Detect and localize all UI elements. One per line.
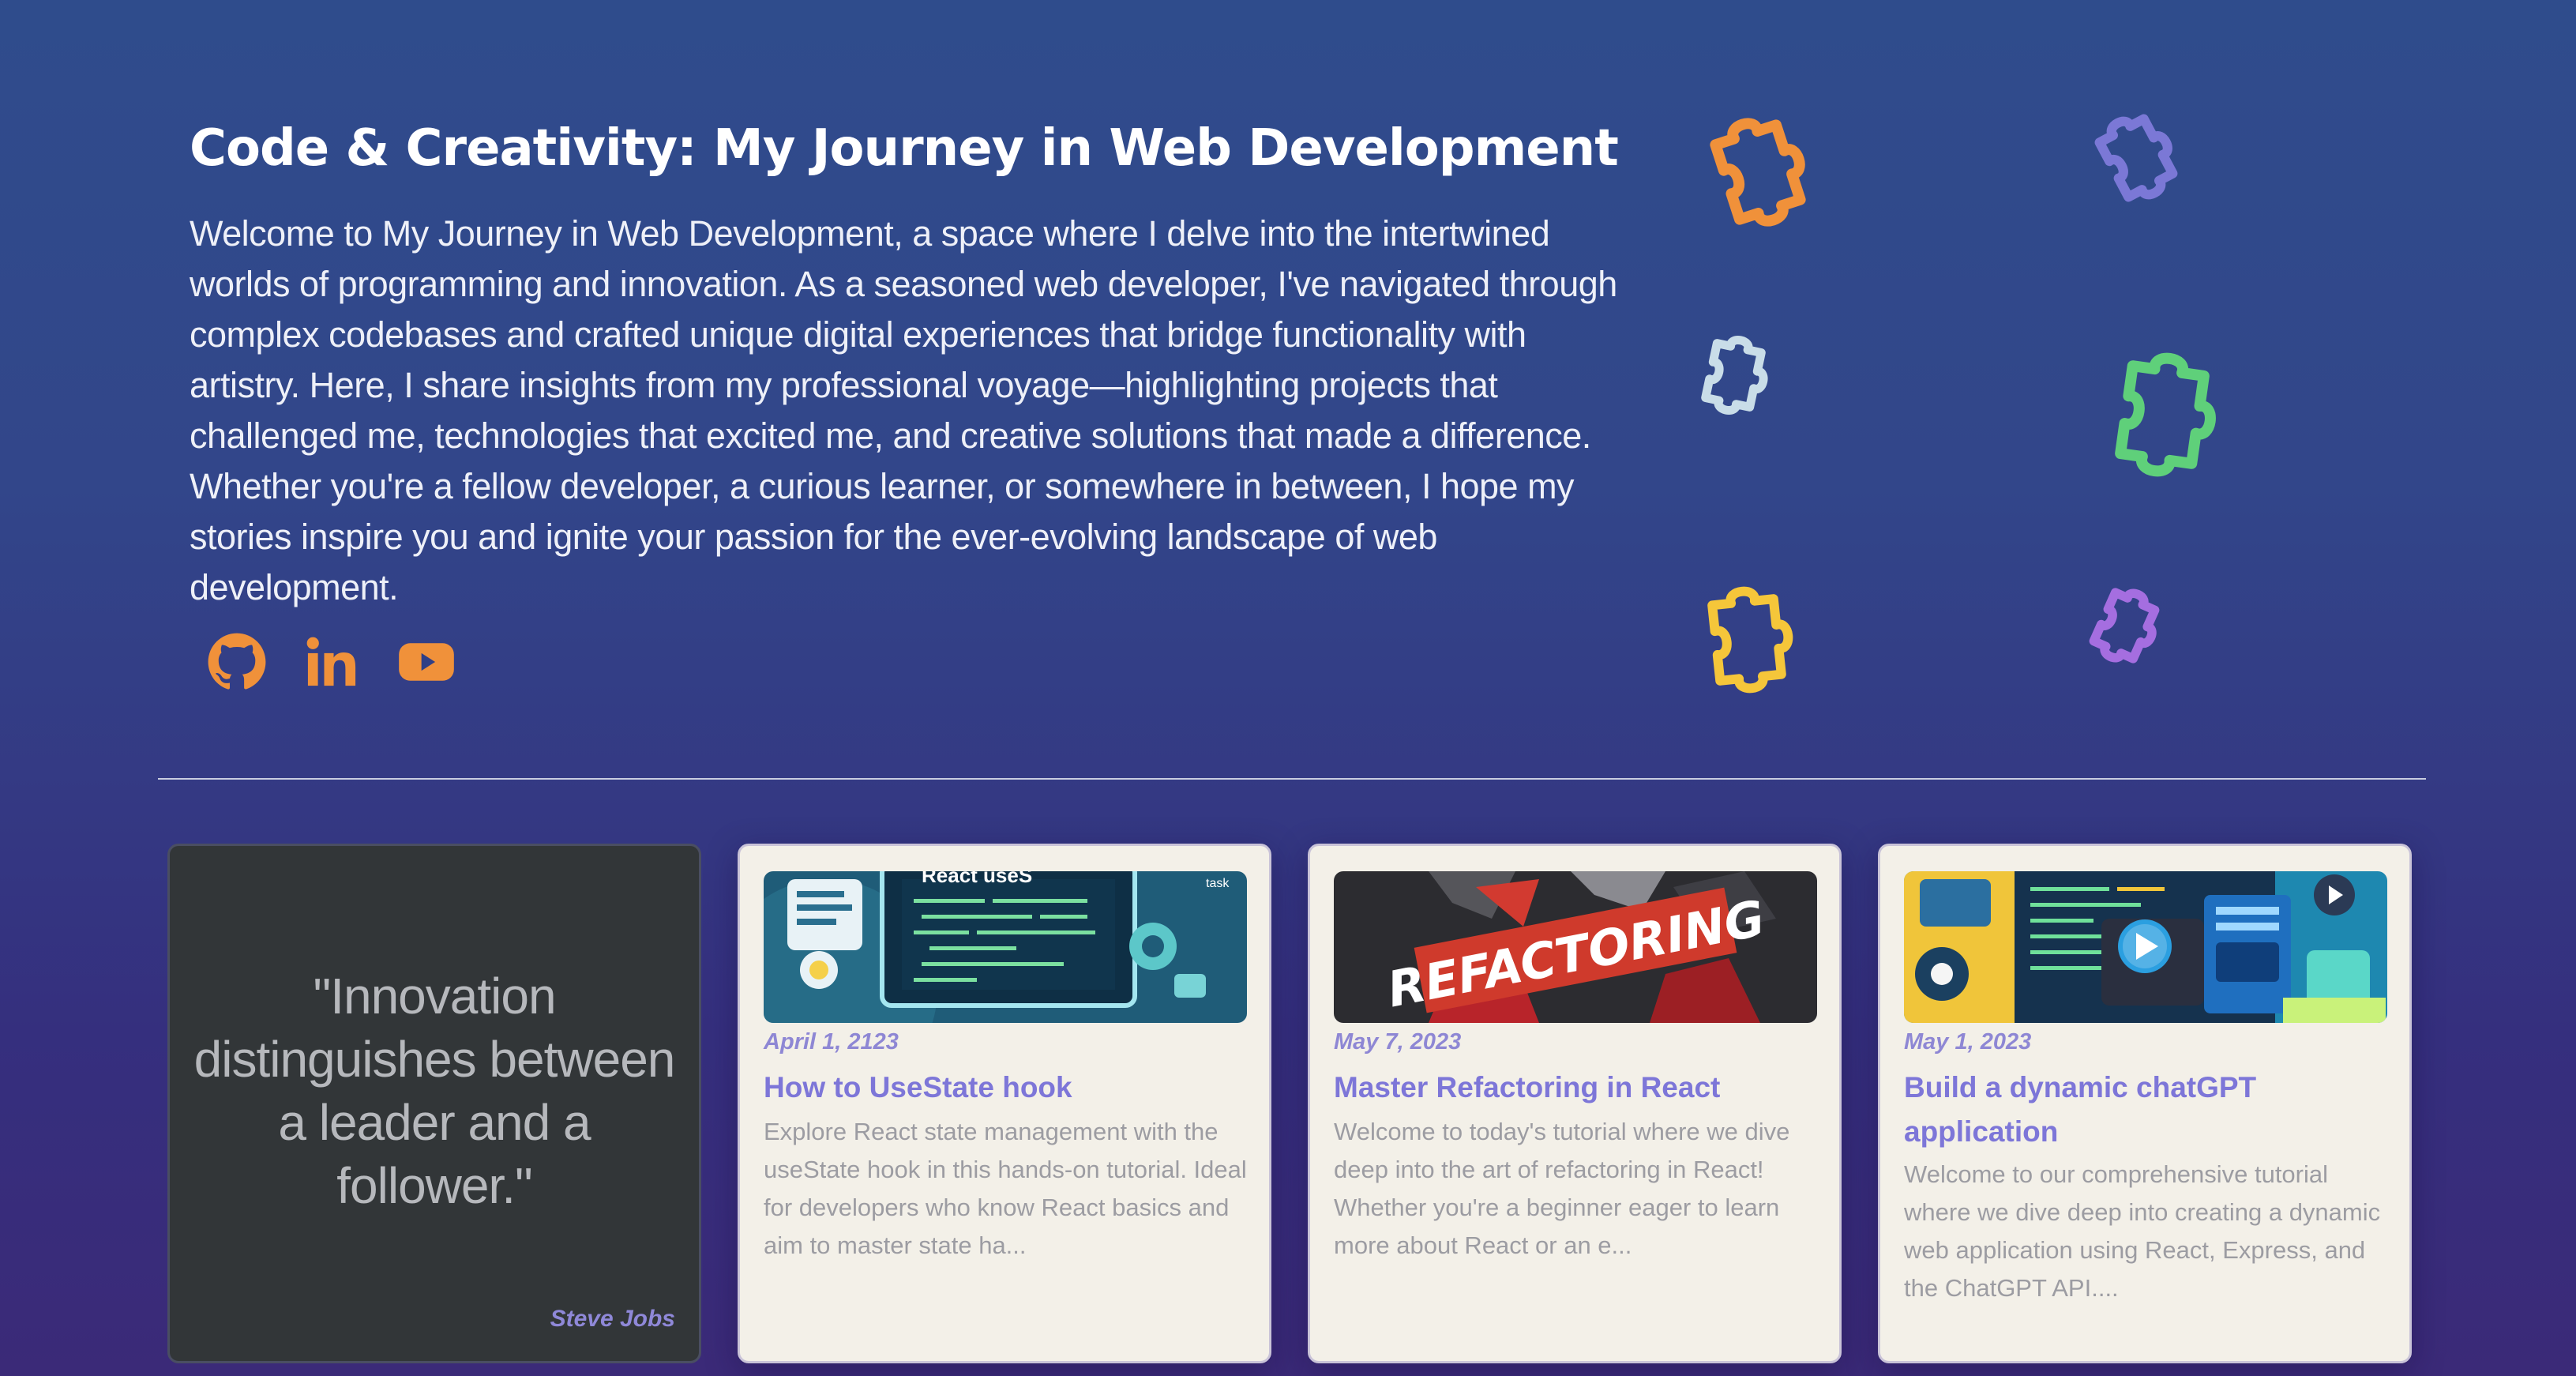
post-card[interactable]: May 1, 2023 Build a dynamic chatGPT appl… — [1878, 844, 2412, 1363]
intro-paragraph: Welcome to My Journey in Web Development… — [190, 213, 1617, 607]
post-title-link[interactable]: How to UseState hook — [764, 1066, 1245, 1110]
post-thumbnail: React useS task — [764, 871, 1247, 1023]
post-date: May 7, 2023 — [1334, 1029, 1462, 1055]
post-title-link[interactable]: Build a dynamic chatGPT application — [1904, 1066, 2386, 1154]
puzzle-piece-icon — [1704, 336, 1771, 416]
puzzle-piece-icon — [1711, 587, 1793, 691]
thumbnail-caption: React useS — [922, 871, 1032, 887]
post-excerpt: Welcome to today's tutorial where we div… — [1334, 1118, 1790, 1259]
linkedin-icon — [306, 637, 356, 686]
post-thumbnail — [1904, 871, 2387, 1023]
youtube-link[interactable] — [396, 632, 456, 692]
post-thumbnail: REFACTORING — [1334, 871, 1817, 1023]
quote-author: Steve Jobs — [550, 1306, 675, 1332]
post-date: May 1, 2023 — [1904, 1029, 2032, 1055]
section-divider — [158, 778, 2426, 780]
github-icon — [208, 633, 266, 690]
social-links — [207, 632, 456, 692]
post-date: April 1, 2123 — [764, 1029, 899, 1055]
puzzle-piece-icon — [1712, 111, 1814, 230]
post-excerpt: Welcome to our comprehensive tutorial wh… — [1904, 1160, 2381, 1302]
page-title: Code & Creativity: My Journey in Web Dev… — [190, 119, 1619, 178]
github-link[interactable] — [207, 632, 267, 692]
svg-text:task: task — [1206, 877, 1230, 890]
post-card[interactable]: REFACTORING May 7, 2023 Master Refactori… — [1308, 844, 1842, 1363]
puzzle-piece-icon — [2119, 354, 2218, 478]
hero-section: Code & Creativity: My Journey in Web Dev… — [190, 111, 1635, 613]
quote-text: "Innovation distinguishes between a lead… — [193, 968, 676, 1214]
linkedin-link[interactable] — [302, 632, 362, 692]
post-excerpt: Explore React state management with the … — [764, 1118, 1247, 1259]
puzzle-piece-icon — [2096, 107, 2185, 205]
puzzle-piece-icon — [2091, 586, 2165, 669]
youtube-icon — [399, 643, 454, 681]
quote-card: "Innovation distinguishes between a lead… — [167, 844, 701, 1363]
post-title-link[interactable]: Master Refactoring in React — [1334, 1066, 1816, 1110]
post-card[interactable]: React useS task April 1, 2123 How to Use… — [738, 844, 1271, 1363]
